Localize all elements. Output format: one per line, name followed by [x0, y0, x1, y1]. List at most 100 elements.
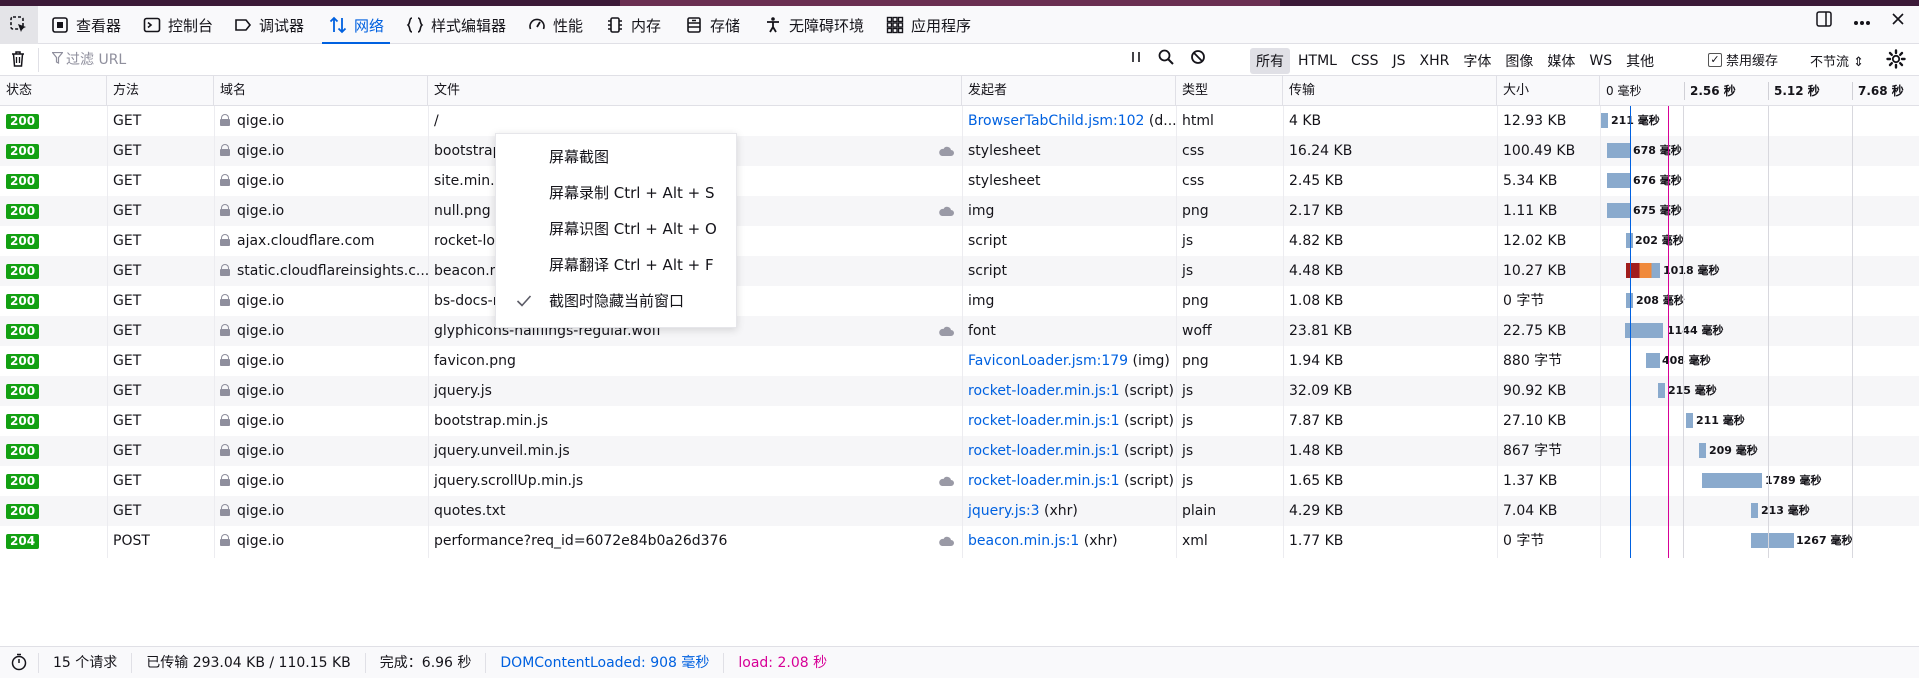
devtools-toolbar: 查看器 控制台 调试器 网络 样式编辑器 性能 内存 存储 无障碍环境 应用程序 [0, 0, 1919, 44]
filter-url-input[interactable] [66, 48, 1116, 72]
disable-cache-toggle[interactable]: ✓ 禁用缓存 [1708, 50, 1778, 69]
initiator-link[interactable]: rocket-loader.min.js:1 [968, 473, 1120, 489]
status-cell: 200 [0, 466, 107, 496]
type-filter-5[interactable]: 字体 [1457, 48, 1497, 74]
tab-memory[interactable]: 内存 [605, 6, 661, 44]
tab-console[interactable]: 控制台 [142, 6, 213, 44]
column-type[interactable]: 类型 [1176, 76, 1283, 106]
status-cell: 200 [0, 226, 107, 256]
clear-requests-icon[interactable] [10, 50, 26, 72]
transferred-cell: 1.77 KB [1289, 533, 1344, 549]
initiator-cell: stylesheet [962, 166, 1176, 196]
table-row[interactable]: 200GETqige.iobs-docs-masthead-pattern.pn… [0, 286, 1919, 316]
table-row[interactable]: 200 GET qige.io jquery.unveil.min.js rocket-… [0, 436, 1919, 466]
type-filter-2[interactable]: CSS [1345, 50, 1385, 72]
domain-text: qige.io [237, 323, 285, 339]
column-initiator[interactable]: 发起者 [962, 76, 1176, 106]
context-menu-item[interactable]: 屏幕截图 [549, 142, 609, 172]
filter-bar: 所有HTMLCSSJSXHR字体图像媒体WS其他 ✓ 禁用缓存 不节流 ⇕ [0, 44, 1919, 76]
column-file[interactable]: 文件 [428, 76, 962, 106]
initiator-link[interactable]: FaviconLoader.jsm:179 [968, 353, 1128, 369]
domain-cell: ajax.cloudflare.com [214, 226, 428, 256]
type-filter-9[interactable]: 其他 [1620, 48, 1660, 74]
context-menu-item[interactable]: 屏幕翻译 Ctrl + Alt + F [549, 250, 714, 280]
initiator-link[interactable]: jquery.js:3 [968, 503, 1040, 519]
timing-label: 211 毫秒 [1611, 114, 1660, 127]
table-row[interactable]: 200GETqige.iobootstrap.min.cssstylesheet… [0, 136, 1919, 166]
filter-icon [51, 51, 64, 68]
table-row[interactable]: 200GETajax.cloudflare.comrocket-loader.m… [0, 226, 1919, 256]
transferred-cell: 1.08 KB [1289, 293, 1344, 309]
disable-cache-label: 禁用缓存 [1726, 54, 1779, 69]
tab-application[interactable]: 应用程序 [885, 6, 971, 44]
timing-label: 675 毫秒 [1633, 204, 1682, 217]
table-row[interactable]: 200 GET qige.io site.min.css stylesheet css 2.… [0, 166, 1919, 196]
search-icon[interactable] [1158, 49, 1174, 69]
size-cell: 7.04 KB [1503, 503, 1558, 519]
table-row[interactable]: 200 GET static.cloudflareinsights.c... beac… [0, 256, 1919, 286]
table-row[interactable]: 200 GET qige.io jquery.js rocket-loader.min.… [0, 376, 1919, 406]
column-status[interactable]: 状态 [0, 76, 107, 106]
initiator-link[interactable]: beacon.min.js:1 [968, 533, 1079, 549]
type-filter-7[interactable]: 媒体 [1541, 48, 1581, 74]
column-method[interactable]: 方法 [107, 76, 214, 106]
close-icon[interactable] [1891, 12, 1905, 30]
throttle-select[interactable]: 不节流 ⇕ [1810, 51, 1864, 70]
method-cell: GET [113, 473, 142, 489]
type-filter-8[interactable]: WS [1583, 50, 1618, 72]
method-cell: GET [113, 173, 142, 189]
method-cell: GET [113, 503, 142, 519]
domain-cell: qige.io [214, 316, 428, 346]
waterfall-bar [1601, 113, 1608, 128]
tab-style-editor[interactable]: 样式编辑器 [405, 6, 506, 44]
domain-cell: qige.io [214, 286, 428, 316]
column-timeline[interactable]: 0 毫秒 2.56 秒 5.12 秒 7.68 秒 [1600, 76, 1919, 106]
type-filter-3[interactable]: JS [1387, 50, 1412, 72]
gear-icon[interactable] [1886, 49, 1906, 73]
initiator-link[interactable]: rocket-loader.min.js:1 [968, 413, 1120, 429]
context-menu-item[interactable]: 屏幕录制 Ctrl + Alt + S [549, 178, 715, 208]
column-domain[interactable]: 域名 [214, 76, 428, 106]
tab-debugger[interactable]: 调试器 [233, 6, 304, 44]
table-row[interactable]: 200 GET qige.io jquery.scrollUp.min.js rocke… [0, 466, 1919, 496]
table-row[interactable]: 204 POST qige.io performance?req_id=6072e84… [0, 526, 1919, 556]
column-size[interactable]: 大小 [1497, 76, 1600, 106]
tab-network[interactable]: 网络 [321, 6, 391, 44]
type-filter-4[interactable]: XHR [1414, 50, 1456, 72]
tab-storage[interactable]: 存储 [684, 6, 740, 44]
initiator-link[interactable]: rocket-loader.min.js:1 [968, 443, 1120, 459]
tab-inspector[interactable]: 查看器 [50, 6, 121, 44]
type-filter-1[interactable]: HTML [1292, 50, 1343, 72]
table-row[interactable]: 200 GET qige.io / BrowserTabChild.jsm:102 (d… [0, 106, 1919, 136]
initiator-text: (d... [1144, 113, 1176, 129]
transferred-cell: 2.45 KB [1289, 173, 1344, 189]
element-picker-icon[interactable] [0, 6, 38, 44]
timing-label: 211 毫秒 [1696, 414, 1745, 427]
domain-cell: qige.io [214, 406, 428, 436]
table-row[interactable]: 200 GET qige.io quotes.txt jquery.js:3 (xhr)… [0, 496, 1919, 526]
tab-accessibility[interactable]: 无障碍环境 [763, 6, 864, 44]
table-row[interactable]: 200 GET qige.io bootstrap.min.js rocket-load… [0, 406, 1919, 436]
timer-icon[interactable] [0, 652, 39, 673]
pause-icon[interactable] [1130, 50, 1142, 68]
status-badge: 200 [6, 474, 40, 489]
dock-side-icon[interactable] [1815, 10, 1833, 32]
table-row[interactable]: 200 GET qige.io favicon.png FaviconLoader.js… [0, 346, 1919, 376]
context-menu-item[interactable]: 截图时隐藏当前窗口 [549, 286, 684, 316]
load-line [1668, 106, 1669, 558]
tab-performance[interactable]: 性能 [527, 6, 583, 44]
more-options-icon[interactable] [1853, 12, 1871, 30]
context-menu-item[interactable]: 屏幕识图 Ctrl + Alt + O [549, 214, 717, 244]
type-filter-0[interactable]: 所有 [1250, 48, 1290, 74]
disable-cache-checkbox[interactable]: ✓ [1708, 52, 1722, 67]
table-row[interactable]: 200 GET qige.io glyphicons-halflings-regula… [0, 316, 1919, 346]
method-cell: GET [113, 323, 142, 339]
timing-label: 215 毫秒 [1668, 384, 1717, 397]
initiator-link[interactable]: rocket-loader.min.js:1 [968, 383, 1120, 399]
table-row[interactable]: 200 GET qige.io null.png img png 2.17 KB 1.11 K… [0, 196, 1919, 226]
timing-label: 408 毫秒 [1662, 354, 1711, 367]
type-filter-6[interactable]: 图像 [1499, 48, 1539, 74]
initiator-link[interactable]: BrowserTabChild.jsm:102 [968, 113, 1144, 129]
column-transferred[interactable]: 传输 [1283, 76, 1497, 106]
block-requests-icon[interactable] [1190, 49, 1206, 69]
